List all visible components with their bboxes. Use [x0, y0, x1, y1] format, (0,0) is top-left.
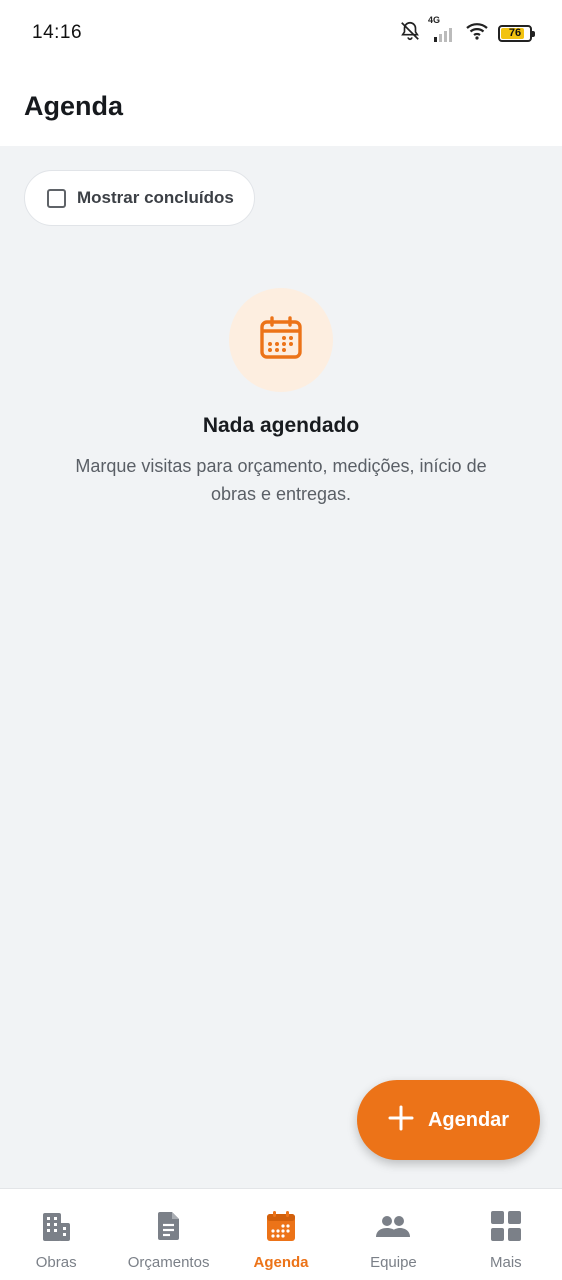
schedule-button-label: Agendar — [427, 1108, 510, 1131]
status-bar: 14:16 4G 76 — [0, 0, 562, 66]
plus-icon — [388, 1105, 414, 1136]
bottom-nav: Obras Orçamentos Agenda Equipe Mais — [0, 1188, 562, 1280]
network-type: 4G — [428, 15, 441, 25]
nav-item-obras[interactable]: Obras — [0, 1189, 112, 1280]
empty-state-title: Nada agendado — [202, 414, 360, 437]
signal-icon: 4G — [428, 15, 456, 43]
bell-muted-icon — [399, 20, 421, 47]
empty-state-description: Marque visitas para orçamento, medições,… — [75, 456, 487, 504]
nav-label-agenda: Agenda — [253, 1254, 309, 1271]
document-icon — [152, 1209, 186, 1248]
status-icons: 4G 76 — [399, 15, 535, 47]
empty-state-icon-circle — [229, 288, 333, 392]
nav-label-obras: Obras — [35, 1254, 77, 1271]
app-bar: Agenda — [0, 66, 562, 146]
nav-label-equipe: Equipe — [370, 1254, 417, 1271]
show-completed-checkbox[interactable] — [47, 188, 66, 208]
nav-item-mais[interactable]: Mais — [450, 1189, 562, 1280]
nav-item-orcamentos[interactable]: Orçamentos — [112, 1189, 224, 1280]
schedule-button[interactable]: Agendar — [357, 1080, 540, 1160]
status-time: 14:16 — [32, 22, 83, 43]
grid-icon — [489, 1209, 523, 1248]
empty-state: Nada agendado Marque visitas para orçame… — [0, 288, 562, 508]
nav-label-mais: Mais — [489, 1254, 522, 1271]
nav-item-agenda[interactable]: Agenda — [225, 1189, 337, 1280]
show-completed-toggle[interactable]: Mostrar concluídos — [24, 170, 255, 226]
page-title: Agenda — [24, 90, 124, 121]
calendar-icon — [257, 314, 305, 367]
screen: 14:16 4G 76 Agenda Mostrar concluídos Na… — [0, 0, 562, 1280]
nav-item-equipe[interactable]: Equipe — [337, 1189, 449, 1280]
wifi-icon — [465, 21, 489, 46]
calendar-icon — [264, 1209, 298, 1248]
nav-label-orcamentos: Orçamentos — [127, 1254, 210, 1271]
building-icon — [39, 1209, 73, 1248]
show-completed-label: Mostrar concluídos — [77, 188, 234, 207]
battery-icon: 76 — [498, 24, 535, 42]
people-icon — [374, 1209, 412, 1248]
battery-level: 76 — [508, 27, 522, 39]
